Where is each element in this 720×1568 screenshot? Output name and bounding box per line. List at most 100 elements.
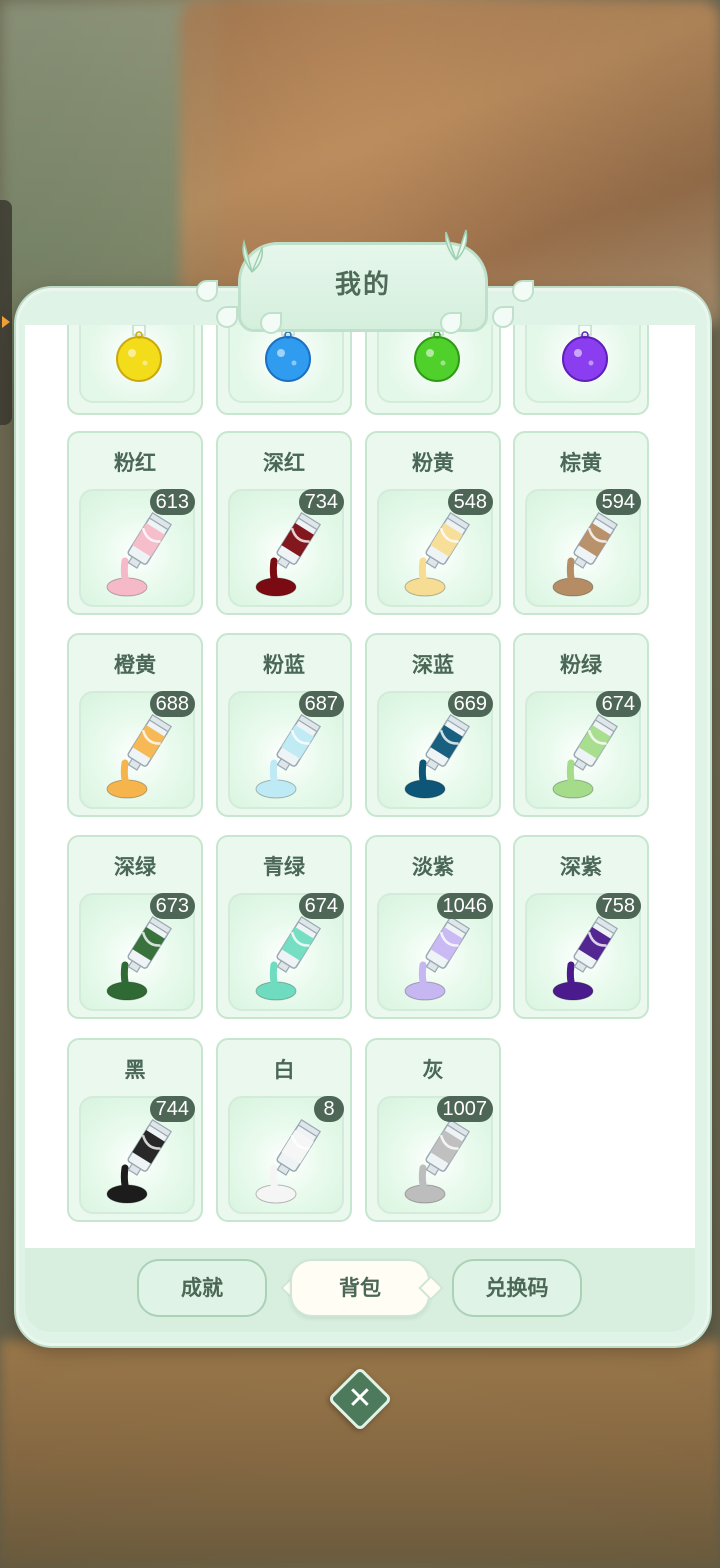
inventory-grid-scroll[interactable]: 粉红 613 深红 734 粉黄 548 棕黄 594 橙黄 688 粉蓝 687 深蓝 669 粉绿 674… (25, 325, 695, 1248)
item-count-badge: 548 (447, 489, 493, 515)
slot-frame (377, 325, 493, 403)
leaf-ornament-icon (512, 280, 534, 302)
tab-label: 背包 (339, 1276, 381, 1300)
leaf-ornament-icon (492, 306, 514, 328)
slot-frame (228, 325, 344, 403)
item-icon-frame: 1046 (377, 893, 493, 1011)
item-count-badge: 734 (298, 489, 344, 515)
inventory-slot[interactable]: 深红 734 (216, 431, 352, 615)
inventory-slot[interactable]: 白8 (216, 1038, 352, 1222)
item-icon-frame: 8 (228, 1096, 344, 1214)
leaf-ornament-icon (440, 312, 462, 334)
item-name: 青绿 (263, 855, 305, 879)
item-icon-frame: 673 (79, 893, 195, 1011)
butterfly-right-icon (444, 229, 468, 261)
item-icon-frame: 674 (228, 893, 344, 1011)
item-icon-frame: 734 (228, 489, 344, 607)
black-paint-tube-icon (106, 1119, 173, 1204)
item-name: 深紫 (560, 855, 602, 879)
green-potion-flask-icon (414, 325, 460, 382)
item-count-badge: 1046 (436, 893, 493, 919)
tab-backpack[interactable]: 背包 (290, 1259, 430, 1317)
inventory-slot[interactable]: 黑 744 (67, 1038, 203, 1222)
item-icon-frame: 758 (525, 893, 641, 1011)
item-count-badge: 744 (149, 1096, 195, 1122)
inventory-slot[interactable]: 粉黄 548 (365, 431, 501, 615)
item-name: 黑 (124, 1058, 146, 1082)
item-count-badge: 673 (149, 893, 195, 919)
item-count-badge: 669 (447, 691, 493, 717)
tab-achievements[interactable]: 成就 (137, 1259, 267, 1317)
inventory-slot[interactable]: 粉绿 674 (513, 633, 649, 817)
inventory-slot[interactable]: 淡紫 1046 (365, 835, 501, 1019)
item-name: 深绿 (114, 855, 156, 879)
leaf-ornament-icon (260, 312, 282, 334)
leaf-ornament-icon (216, 306, 238, 328)
side-drawer-handle[interactable] (0, 200, 12, 425)
item-icon-frame: 744 (79, 1096, 195, 1214)
inventory-slot[interactable] (67, 325, 203, 415)
inventory-slot[interactable]: 粉红 613 (67, 431, 203, 615)
close-icon[interactable]: ✕ (337, 1376, 383, 1422)
yellow-potion-flask-icon (116, 325, 162, 382)
item-count-badge: 594 (595, 489, 641, 515)
light-green-paint-tube-icon (552, 714, 619, 799)
item-name: 深蓝 (412, 653, 454, 677)
expand-arrow-icon[interactable] (2, 316, 10, 328)
item-icon-frame: 669 (377, 691, 493, 809)
item-name: 灰 (422, 1058, 444, 1082)
item-count-badge: 674 (298, 893, 344, 919)
inventory-slot[interactable]: 深蓝 669 (365, 633, 501, 817)
item-count-badge: 758 (595, 893, 641, 919)
item-icon-frame: 1007 (377, 1096, 493, 1214)
item-count-badge: 8 (314, 1096, 344, 1122)
item-count-badge: 1007 (436, 1096, 493, 1122)
slot-frame (79, 325, 195, 403)
white-paint-tube-icon (255, 1119, 322, 1204)
brown-yellow-paint-tube-icon (552, 512, 619, 597)
dark-blue-paint-tube-icon (404, 714, 471, 799)
dark-purple-paint-tube-icon (552, 916, 619, 1001)
pink-paint-tube-icon (106, 512, 173, 597)
teal-paint-tube-icon (255, 916, 322, 1001)
item-name: 粉黄 (412, 451, 454, 475)
item-icon-frame: 613 (79, 489, 195, 607)
item-name: 粉绿 (560, 653, 602, 677)
tab-label: 成就 (181, 1276, 223, 1300)
slot-frame (525, 325, 641, 403)
tab-redeem-code[interactable]: 兑换码 (452, 1259, 582, 1317)
item-name: 橙黄 (114, 653, 156, 677)
light-yellow-paint-tube-icon (404, 512, 471, 597)
leaf-ornament-icon (196, 280, 218, 302)
lavender-paint-tube-icon (404, 916, 471, 1001)
inventory-slot[interactable] (365, 325, 501, 415)
dark-green-paint-tube-icon (106, 916, 173, 1001)
inventory-slot[interactable] (513, 325, 649, 415)
item-count-badge: 674 (595, 691, 641, 717)
dark-red-paint-tube-icon (255, 512, 322, 597)
item-name: 粉蓝 (263, 653, 305, 677)
panel-title: 我的 (334, 270, 391, 300)
item-icon-frame: 688 (79, 691, 195, 809)
item-icon-frame: 594 (525, 489, 641, 607)
inventory-slot[interactable]: 橙黄 688 (67, 633, 203, 817)
item-name: 淡紫 (412, 855, 454, 879)
item-name: 棕黄 (560, 451, 602, 475)
item-name: 粉红 (114, 451, 156, 475)
inventory-slot[interactable]: 深绿 673 (67, 835, 203, 1019)
inventory-slot[interactable]: 粉蓝 687 (216, 633, 352, 817)
inventory-slot[interactable]: 灰 1007 (365, 1038, 501, 1222)
inventory-slot[interactable] (216, 325, 352, 415)
item-count-badge: 688 (149, 691, 195, 717)
inventory-slot[interactable]: 深紫 758 (513, 835, 649, 1019)
gray-paint-tube-icon (404, 1119, 471, 1204)
item-icon-frame: 687 (228, 691, 344, 809)
item-icon-frame: 674 (525, 691, 641, 809)
item-name: 白 (273, 1058, 295, 1082)
purple-potion-flask-icon (562, 325, 608, 382)
inventory-slot[interactable]: 棕黄 594 (513, 431, 649, 615)
item-count-badge: 613 (149, 489, 195, 515)
inventory-slot[interactable]: 青绿 674 (216, 835, 352, 1019)
item-count-badge: 687 (298, 691, 344, 717)
light-blue-paint-tube-icon (255, 714, 322, 799)
